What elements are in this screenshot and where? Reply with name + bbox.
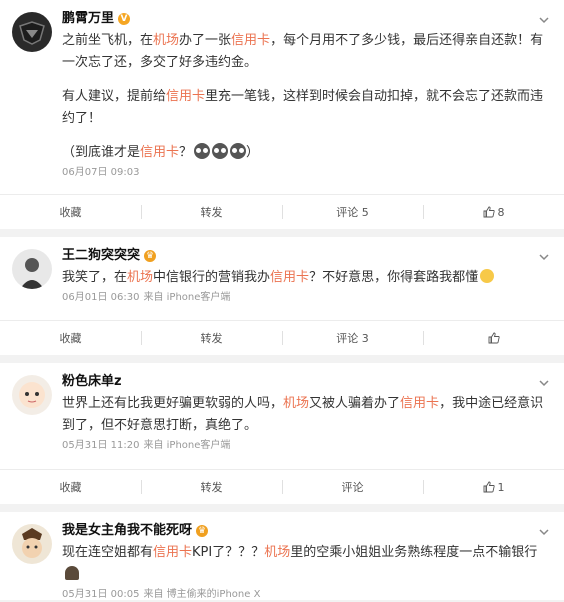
action-bar: 收藏 转发 评论 5 8 bbox=[0, 194, 564, 229]
timestamp[interactable]: 05月31日 00:05 bbox=[62, 589, 139, 600]
keyword-link[interactable]: 信用卡 bbox=[166, 89, 205, 104]
author-name[interactable]: 我是女主角我不能死呀 bbox=[62, 522, 192, 540]
comment-feed: 鹏霄万里 V 之前坐飞机，在机场办了一张信用卡，每个月用不了多少钱，最后还得亲自还… bbox=[0, 0, 564, 600]
chevron-down-icon[interactable] bbox=[538, 377, 550, 389]
post-card: 王二狗突突突 ♛ 我笑了，在机场中信银行的营销我办信用卡？不好意思，你得套路我都懂… bbox=[0, 237, 564, 355]
keyword-link[interactable]: 信用卡 bbox=[270, 270, 309, 285]
author-name[interactable]: 粉色床单z bbox=[62, 373, 122, 391]
collect-button[interactable]: 收藏 bbox=[0, 195, 141, 229]
chevron-down-icon[interactable] bbox=[538, 526, 550, 538]
author-name[interactable]: 王二狗突突突 bbox=[62, 247, 140, 265]
avatar[interactable] bbox=[12, 249, 52, 289]
laugh-emoji-icon bbox=[480, 269, 495, 283]
keyword-link[interactable]: 机场 bbox=[283, 396, 309, 411]
vip-badge-icon: ♛ bbox=[196, 525, 209, 537]
post-card: 鹏霄万里 V 之前坐飞机，在机场办了一张信用卡，每个月用不了多少钱，最后还得亲自还… bbox=[0, 0, 564, 229]
timestamp[interactable]: 06月07日 09:03 bbox=[62, 167, 139, 178]
keyword-link[interactable]: 机场 bbox=[127, 270, 153, 285]
post-meta: 06月01日 06:30 来自 iPhone客户端 bbox=[62, 291, 552, 305]
author-name[interactable]: 鹏霄万里 bbox=[62, 10, 114, 28]
post-paragraph: （到底谁才是信用卡？ ） bbox=[62, 142, 552, 164]
post-text: 之前坐飞机，在机场办了一张信用卡，每个月用不了多少钱，最后还得亲自还款！有一次忘… bbox=[62, 30, 552, 164]
like-button[interactable]: 1 bbox=[423, 470, 564, 504]
post-card: 我是女主角我不能死呀 ♛ 现在连空姐都有信用卡KPI了？？？机场里的空乘小姐姐业务… bbox=[0, 512, 564, 600]
thumbs-up-icon bbox=[488, 332, 500, 344]
text-segment: 中信银行的营销我办 bbox=[153, 270, 271, 285]
shocked-emoji-icon bbox=[65, 566, 79, 580]
post-paragraph: 现在连空姐都有信用卡KPI了？？？机场里的空乘小姐姐业务熟练程度一点不输银行 bbox=[62, 542, 552, 586]
text-segment: 我笑了，在 bbox=[62, 270, 128, 285]
keyword-link[interactable]: 信用卡 bbox=[231, 33, 270, 48]
post-meta: 06月07日 09:03 bbox=[62, 166, 552, 180]
like-button[interactable] bbox=[423, 321, 564, 355]
like-button[interactable]: 8 bbox=[423, 195, 564, 229]
post-paragraph: 我笑了，在机场中信银行的营销我办信用卡？不好意思，你得套路我都懂 bbox=[62, 267, 552, 289]
post-meta: 05月31日 11:20 来自 iPhone客户端 bbox=[62, 439, 552, 453]
comment-button[interactable]: 评论 bbox=[282, 470, 423, 504]
post-card: 粉色床单z 世界上还有比我更好骗更软弱的人吗，机场又被人骗着办了信用卡，我中途已… bbox=[0, 363, 564, 504]
text-segment: 办了一张 bbox=[179, 33, 232, 48]
text-segment: 里的空乘小姐姐业务熟练程度一点不输银行 bbox=[290, 545, 538, 560]
text-segment: ？不好意思，你得套路我都懂 bbox=[309, 270, 479, 285]
post-text: 世界上还有比我更好骗更软弱的人吗，机场又被人骗着办了信用卡，我中途已经意识到了，… bbox=[62, 393, 552, 437]
chevron-down-icon[interactable] bbox=[538, 251, 550, 263]
keyword-link[interactable]: 机场 bbox=[153, 33, 179, 48]
keyword-link[interactable]: 信用卡 bbox=[140, 145, 179, 160]
text-segment: 又被人骗着办了 bbox=[309, 396, 401, 411]
post-meta: 05月31日 00:05 来自 博主偷来的iPhone X bbox=[62, 588, 552, 602]
chevron-down-icon[interactable] bbox=[538, 14, 550, 26]
verified-badge-icon: V bbox=[118, 13, 131, 25]
keyword-link[interactable]: 信用卡 bbox=[400, 396, 439, 411]
timestamp[interactable]: 06月01日 06:30 bbox=[62, 292, 139, 303]
vip-badge-icon: ♛ bbox=[144, 250, 157, 262]
action-bar: 收藏 转发 评论 1 bbox=[0, 469, 564, 504]
doge-emoji-icon bbox=[230, 143, 247, 159]
doge-emoji-icon bbox=[212, 143, 229, 159]
doge-emoji-icon bbox=[194, 143, 211, 159]
timestamp[interactable]: 05月31日 11:20 bbox=[62, 440, 139, 451]
post-text: 我笑了，在机场中信银行的营销我办信用卡？不好意思，你得套路我都懂 bbox=[62, 267, 552, 289]
comment-button[interactable]: 评论 3 bbox=[282, 321, 423, 355]
like-count: 8 bbox=[497, 205, 505, 219]
collect-button[interactable]: 收藏 bbox=[0, 321, 141, 355]
avatar[interactable] bbox=[12, 524, 52, 564]
avatar[interactable] bbox=[12, 375, 52, 415]
paren-close: ） bbox=[246, 145, 260, 160]
text-segment: 之前坐飞机，在 bbox=[62, 33, 154, 48]
text-segment: 世界上还有比我更好骗更软弱的人吗， bbox=[62, 396, 284, 411]
text-segment: 现在连空姐都有 bbox=[62, 545, 154, 560]
action-bar: 收藏 转发 评论 3 bbox=[0, 320, 564, 355]
thumbs-up-icon bbox=[483, 206, 495, 218]
source[interactable]: 来自 博主偷来的iPhone X bbox=[143, 589, 260, 600]
comment-button[interactable]: 评论 5 bbox=[282, 195, 423, 229]
keyword-link[interactable]: 信用卡 bbox=[153, 545, 192, 560]
post-paragraph: 世界上还有比我更好骗更软弱的人吗，机场又被人骗着办了信用卡，我中途已经意识到了，… bbox=[62, 393, 552, 437]
post-paragraph: 之前坐飞机，在机场办了一张信用卡，每个月用不了多少钱，最后还得亲自还款！有一次忘… bbox=[62, 30, 552, 74]
collect-button[interactable]: 收藏 bbox=[0, 470, 141, 504]
thumbs-up-icon bbox=[483, 481, 495, 493]
avatar[interactable] bbox=[12, 12, 52, 52]
post-paragraph: 有人建议，提前给信用卡里充一笔钱，这样到时候会自动扣掉，就不会忘了还款而违约了！ bbox=[62, 86, 552, 130]
text-segment: ？ bbox=[179, 145, 193, 160]
like-count: 1 bbox=[497, 480, 505, 494]
repost-button[interactable]: 转发 bbox=[141, 470, 282, 504]
source[interactable]: 来自 iPhone客户端 bbox=[143, 292, 230, 303]
text-segment: KPI了？？？ bbox=[192, 545, 265, 560]
keyword-link[interactable]: 机场 bbox=[264, 545, 290, 560]
source[interactable]: 来自 iPhone客户端 bbox=[143, 440, 230, 451]
text-segment: （到底谁才是 bbox=[62, 145, 141, 160]
post-text: 现在连空姐都有信用卡KPI了？？？机场里的空乘小姐姐业务熟练程度一点不输银行 bbox=[62, 542, 552, 586]
text-segment: 有人建议，提前给 bbox=[62, 89, 167, 104]
repost-button[interactable]: 转发 bbox=[141, 195, 282, 229]
repost-button[interactable]: 转发 bbox=[141, 321, 282, 355]
